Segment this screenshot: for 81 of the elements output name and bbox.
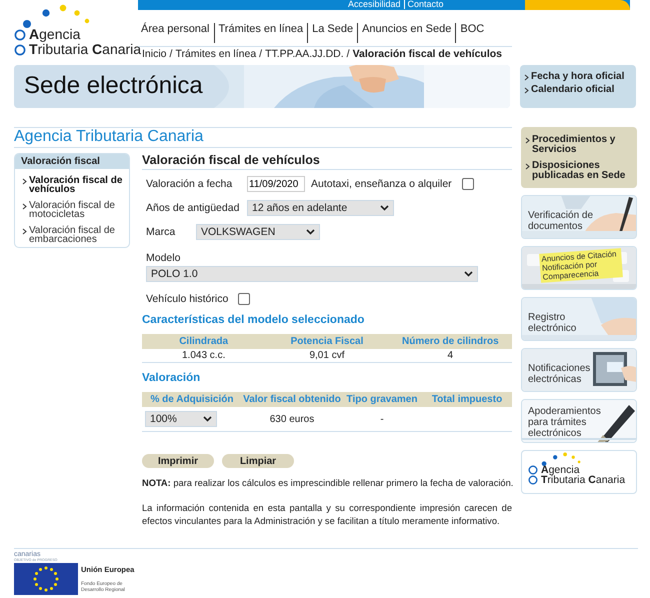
table-cell: 1.043 c.c. (142, 349, 266, 363)
field-label: Vehículo histórico (146, 293, 228, 305)
table-cell: 630 euros (242, 407, 342, 432)
checkbox[interactable] (238, 293, 250, 305)
chevron-icon (22, 203, 27, 210)
breadcrumb-link[interactable]: Trámites en línea (175, 48, 256, 62)
logo-text: Agencia (541, 464, 580, 476)
separator: / (346, 48, 350, 62)
panel-link[interactable]: Procedimientos y Servicios (532, 135, 633, 155)
field-label: Modelo (145, 252, 182, 264)
eu-flag-icon (14, 563, 78, 595)
dots-icon (20, 4, 92, 28)
breadcrumb-link[interactable]: Inicio (142, 48, 167, 62)
section-title: Características del modelo seleccionado (142, 314, 366, 326)
action-button[interactable]: Limpiar (222, 454, 294, 468)
section-title: Valoración (142, 372, 202, 384)
select-field[interactable]: POLO 1.0 (146, 266, 478, 282)
chevron-icon (525, 137, 530, 144)
table-cell: - (342, 407, 422, 432)
sidebar-title: Valoración fiscal (15, 154, 129, 169)
breadcrumb-link[interactable]: TT.PP.AA.JJ.DD. (265, 48, 344, 62)
nav-link[interactable]: Anuncios en Sede (357, 23, 452, 43)
page-title: Agencia Tributaria Canaria (14, 127, 512, 148)
column-header: Valor fiscal obtenido (242, 392, 342, 407)
disclaimer-text: La información contenida en esta pantalla y su correspondiente impresión carecen de efectos vinculantes para la Administración y se facilitan a título meramente informativo. (142, 502, 512, 528)
nav-link[interactable]: Área personal (141, 23, 210, 43)
date-field[interactable]: 11/09/2020 (247, 176, 305, 192)
top-link[interactable]: Accesibilidad (348, 0, 401, 9)
circle-icon (14, 44, 26, 56)
sidebar-link[interactable]: Valoración fiscal de motocicletas (29, 201, 129, 219)
nav-link[interactable]: La Sede (307, 23, 354, 43)
service-tile[interactable]: Registro electrónico (521, 297, 637, 341)
select-field[interactable]: 12 años en adelante (247, 200, 394, 216)
note-text: NOTA: para realizar los cálculos es imprescindible rellenar primero la fecha de valoración. (142, 478, 512, 488)
circle-icon (14, 28, 26, 40)
form-title: Valoración fiscal de vehículos (142, 153, 512, 170)
separator: / (170, 48, 172, 62)
field-label: Valoración a fecha (146, 178, 234, 190)
separator: / (259, 48, 262, 62)
column-header: Potencia Fiscal (265, 334, 389, 349)
column-header: % de Adquisición (142, 392, 242, 407)
service-tile[interactable]: Apoderamientos para trámites electrónicos (521, 399, 637, 443)
field-label: Autotaxi, enseñanza o alquiler (311, 178, 452, 190)
banner-title: Sede electrónica (24, 72, 203, 100)
field-label: Marca (146, 226, 176, 238)
circle-icon (528, 475, 538, 485)
service-tile[interactable]: Verificación de documentos (521, 195, 637, 239)
sidebar-link[interactable]: Valoración fiscal de embarcaciones (29, 226, 129, 244)
service-tile[interactable]: Notificaciones electrónicas (521, 348, 637, 392)
field-label: Años de antigüedad (146, 202, 240, 214)
quick-link[interactable]: Fecha y hora oficial (531, 72, 624, 82)
column-header: Total impuesto (422, 392, 512, 407)
logo-text: Agencia (29, 26, 80, 43)
logo-text: Tributaria Canaria (29, 41, 142, 58)
sidebar-link[interactable]: Valoración fiscal de vehículos (29, 176, 129, 194)
chevron-icon (22, 178, 27, 185)
table-cell: 4 (388, 349, 512, 363)
select-field[interactable]: VOLKSWAGEN (196, 224, 320, 240)
column-header: Número de cilindros (388, 334, 512, 349)
checkbox[interactable] (462, 178, 474, 190)
action-button[interactable]: Imprimir (142, 454, 214, 468)
chevron-icon (22, 228, 27, 235)
circle-icon (528, 465, 538, 475)
panel-link[interactable]: Disposiciones publicadas en Sede (532, 161, 633, 181)
top-link[interactable]: Contacto (404, 0, 444, 9)
chevron-icon (525, 163, 530, 170)
caret-icon (464, 271, 473, 277)
logo-text: Tributaria Canaria (541, 474, 626, 486)
breadcrumb-link[interactable]: Valoración fiscal de vehículos (352, 48, 502, 62)
select-field[interactable]: 100% (145, 411, 217, 427)
column-header: Cilindrada (142, 334, 266, 349)
quick-link[interactable]: Calendario oficial (531, 85, 614, 95)
table-cell: 9,01 cvf (265, 349, 389, 363)
column-header: Tipo gravamen (342, 392, 422, 407)
caret-icon (203, 416, 212, 422)
service-tile[interactable]: Anuncios de Citación Notificación por Comparecencia (521, 246, 637, 290)
caret-icon (380, 205, 389, 211)
service-tile[interactable]: Agencia Tributaria Canaria (521, 450, 637, 494)
caret-icon (306, 229, 315, 235)
nav-link[interactable]: BOC (455, 23, 484, 43)
nav-link[interactable]: Trámites en línea (214, 23, 304, 43)
